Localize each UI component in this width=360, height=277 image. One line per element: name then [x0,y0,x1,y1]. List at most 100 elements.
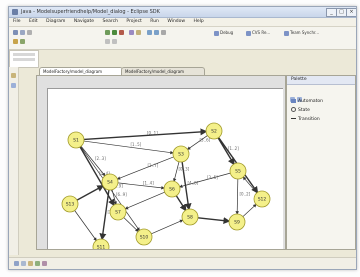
print-icon[interactable] [27,30,32,35]
align-icon[interactable] [105,39,110,44]
transition-label: [4..8] [188,181,199,186]
transition-edge[interactable] [197,217,231,225]
transition-edge[interactable] [116,156,174,180]
restore-view-icon[interactable] [11,73,16,78]
perspective-cvs[interactable]: CVS Re... [246,30,270,36]
transition-edge[interactable] [242,203,257,217]
state-label: S4 [107,180,113,186]
cvs-perspective-icon [246,30,251,36]
state-label: S12 [258,197,267,203]
run-icon[interactable] [112,30,117,35]
state-diagram[interactable]: [0..1][1..5][2..3][0..4][5..9][3..6][1..… [48,89,283,249]
state-label: S6 [169,187,175,193]
state-label: S11 [97,245,106,249]
state-node[interactable]: S13 [61,195,79,213]
transition-label: [1..5] [131,142,142,147]
state-node[interactable]: S6 [163,180,181,198]
open-type-icon[interactable] [13,39,18,44]
menu-diagram[interactable]: Diagram [46,19,65,24]
state-node[interactable]: S8 [181,208,199,226]
editor-tabs: ModelFactory/model_diagram ModelFactory/… [37,67,282,76]
diagram-canvas[interactable]: [0..1][1..5][2..3][0..4][5..9][3..6][1..… [47,88,283,249]
tree-row[interactable] [13,58,35,61]
automaton-icon [291,98,296,103]
transition-edge[interactable] [172,161,180,182]
transition-edge[interactable] [124,191,165,210]
state-label: S8 [187,215,193,221]
transition-label: [1..2] [228,146,239,151]
menu-edit[interactable]: Edit [29,19,38,24]
transition-edge[interactable] [99,189,110,241]
status-icon-3[interactable] [28,261,33,266]
palette-item-state[interactable]: State [291,107,310,114]
transition-edge[interactable] [217,137,235,166]
menu-run[interactable]: Run [150,19,159,24]
transition-edge[interactable] [117,182,165,190]
debug-icon[interactable] [105,30,110,35]
transition-edge[interactable] [235,178,239,215]
transition-edge[interactable] [151,219,184,235]
screenshot: Java - Modelsuperfriendhelp/Model_dialog… [0,0,360,277]
state-icon [291,107,296,112]
eclipse-window: Java - Modelsuperfriendhelp/Model_dialog… [8,6,357,270]
menu-window[interactable]: Window [167,19,185,24]
transition-label: [3..5] [207,175,218,180]
state-node[interactable]: S5 [229,162,247,180]
state-node[interactable]: S1 [67,131,85,149]
new-package-icon[interactable] [136,30,141,35]
state-node[interactable]: S9 [228,213,246,231]
search-icon[interactable] [20,39,25,44]
perspective-team[interactable]: Team Synchr... [284,30,319,36]
transition-edge[interactable] [83,128,208,141]
menu-help[interactable]: Help [194,19,204,24]
transition-icon [291,118,296,119]
tree-row[interactable] [13,53,35,56]
new-class-icon[interactable] [129,30,134,35]
transition-edge[interactable] [74,210,97,242]
new-icon[interactable] [13,30,18,35]
transition-label: [1..4] [143,181,154,186]
state-node[interactable]: S3 [172,145,190,163]
state-node[interactable]: S12 [253,190,271,208]
transition-label: [0..1] [147,131,158,136]
state-node[interactable]: S4 [101,173,119,191]
left-trim-bar [9,67,19,255]
menu-project[interactable]: Project [126,19,141,24]
palette-item-automaton[interactable]: Automaton [291,98,323,105]
transition-edge[interactable] [76,185,105,201]
state-label: S2 [211,129,217,135]
menu-bar: File Edit Diagram Navigate Search Projec… [9,18,356,27]
status-icon-2[interactable] [21,261,26,266]
state-node[interactable]: S2 [205,122,223,140]
menu-navigate[interactable]: Navigate [74,19,94,24]
state-label: S9 [234,220,240,226]
status-icon-1[interactable] [14,261,19,266]
app-icon [12,9,18,15]
outline-view-icon[interactable] [11,83,16,88]
state-node[interactable]: S10 [135,228,153,246]
external-tools-icon[interactable] [119,30,124,35]
transition-edge[interactable] [83,140,174,155]
transition-label: [3..6] [200,138,211,143]
menu-search[interactable]: Search [103,19,118,24]
team-perspective-icon [284,30,289,36]
zoom-icon[interactable] [161,30,166,35]
transition-edge[interactable] [175,195,187,212]
nav-back-icon[interactable] [147,30,152,35]
menu-file[interactable]: File [13,19,21,24]
status-icon-5[interactable] [42,261,47,266]
state-node[interactable]: S11 [92,238,110,249]
transition-edge[interactable] [123,217,139,232]
transition-label: [6..9] [116,192,127,197]
palette-item-transition[interactable]: Transition [291,116,320,123]
layout-icon[interactable] [112,39,117,44]
state-label: S3 [178,152,184,158]
perspective-debug[interactable]: Debug [214,30,233,36]
save-icon[interactable] [20,30,25,35]
close-button[interactable]: × [346,8,356,17]
nav-forward-icon[interactable] [154,30,159,35]
status-icon-4[interactable] [35,261,40,266]
package-explorer-stub[interactable] [9,50,39,68]
state-node[interactable]: S7 [109,203,127,221]
title-bar: Java - Modelsuperfriendhelp/Model_dialog… [9,7,356,18]
